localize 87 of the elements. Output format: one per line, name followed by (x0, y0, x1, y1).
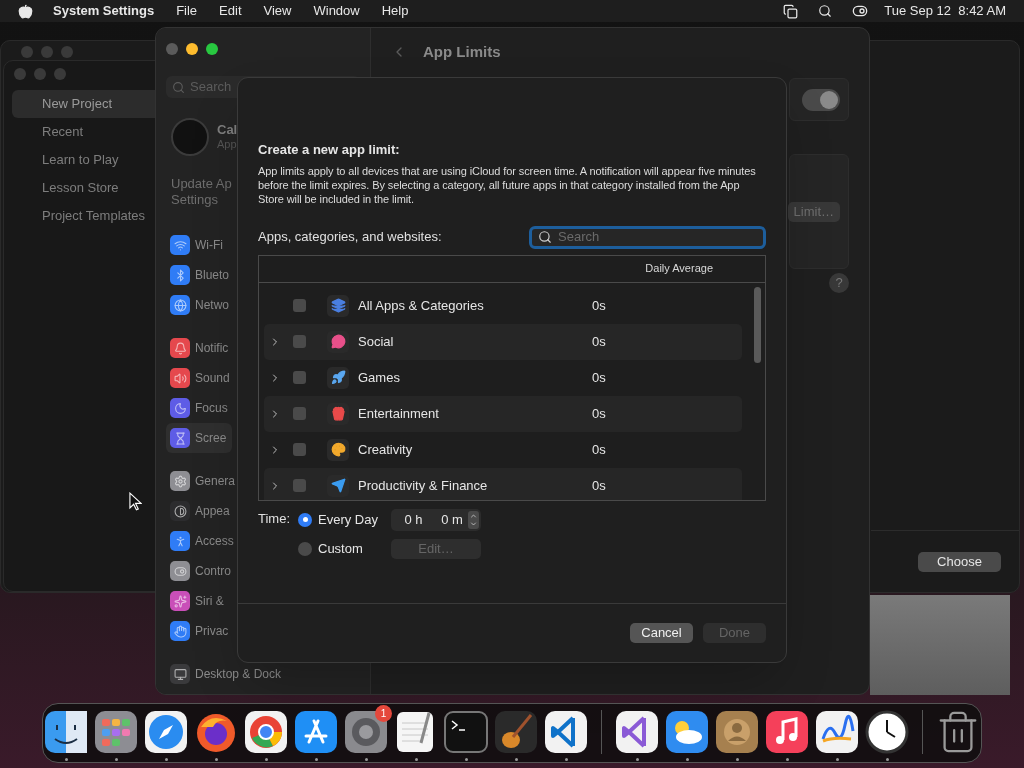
daily-average: 0s (592, 404, 606, 423)
category-name: Productivity & Finance (358, 476, 489, 495)
contact-card-icon[interactable] (714, 709, 760, 755)
profile-name: Cal (217, 123, 238, 137)
daily-average: 0s (592, 296, 606, 315)
choose-button[interactable]: Choose (918, 551, 1001, 572)
time-label: Time: (258, 509, 292, 528)
scribble-icon[interactable] (814, 709, 860, 755)
category-row[interactable]: Games 0s (264, 359, 742, 396)
checkbox[interactable] (293, 407, 306, 420)
apple-icon[interactable] (18, 3, 33, 19)
sidebar-item[interactable]: Privac (166, 616, 235, 646)
help-button[interactable]: ? (829, 273, 849, 293)
dialog-description: App limits apply to all devices that are using iCloud for screen time. A notification will appear five minutes before the limit expires. By selecting a category, all future apps in that category installed from the App Store will be included in the limit. (258, 163, 757, 206)
toggle-switch[interactable] (802, 88, 840, 111)
window-title: App Limits (423, 41, 501, 62)
search-icon[interactable] (818, 4, 833, 18)
column-header[interactable]: Daily Average (645, 260, 713, 277)
category-row[interactable]: Productivity & Finance 0s (264, 467, 742, 500)
daily-average: 0s (592, 332, 606, 351)
scrollbar[interactable] (754, 286, 761, 363)
ring-icon[interactable] (243, 709, 289, 755)
sidebar-item[interactable]: Contro (166, 556, 238, 586)
notification-badge: 1 (375, 705, 392, 722)
radio-button[interactable] (298, 541, 312, 556)
clock-icon[interactable] (864, 709, 910, 755)
checkbox[interactable] (293, 371, 306, 384)
sidebar-item[interactable]: Sound (166, 363, 236, 393)
menu-clock[interactable]: Tue Sep 12 8:42 AM (884, 1, 1006, 21)
cloud-icon[interactable] (664, 709, 710, 755)
search-icon (172, 80, 185, 94)
checkbox[interactable] (293, 479, 306, 492)
terminal-icon[interactable] (443, 709, 489, 755)
sidebar-item[interactable]: Desktop & Dock (166, 659, 288, 689)
duration-stepper[interactable]: 0 h 0 m (391, 508, 481, 531)
guitar-icon[interactable] (493, 709, 539, 755)
window-control[interactable] (186, 43, 198, 55)
menu-item[interactable]: File (176, 1, 198, 21)
window-control[interactable] (206, 43, 218, 55)
dialog-heading: Create a new app limit: (258, 141, 401, 159)
sidebar-item[interactable]: Genera (166, 466, 242, 496)
radio-label[interactable]: Custom (318, 538, 391, 559)
category-name: Creativity (358, 440, 414, 459)
music-note-icon[interactable] (764, 709, 810, 755)
category-row[interactable]: Creativity 0s (264, 431, 742, 468)
category-name: All Apps & Categories (358, 296, 485, 315)
checkbox[interactable] (293, 299, 306, 312)
search-icon (538, 230, 552, 244)
checkbox[interactable] (293, 335, 306, 348)
sidebar-item[interactable]: Blueto (166, 260, 236, 290)
sidebar-item[interactable]: Netwo (166, 290, 235, 320)
increment-icon[interactable] (469, 511, 478, 520)
category-name: Games (358, 368, 401, 387)
category-row[interactable]: Social 0s (264, 323, 742, 360)
sidebar-item[interactable]: Notific (166, 333, 235, 363)
category-name: Entertainment (358, 404, 440, 423)
menu-item[interactable]: Window (313, 1, 360, 21)
sidebar-item[interactable]: Wi-Fi (166, 230, 229, 260)
daily-average: 0s (592, 368, 606, 387)
menu-item[interactable]: View (263, 1, 292, 21)
list-label: Apps, categories, and websites: (258, 228, 442, 247)
code-icon[interactable] (614, 709, 660, 755)
sidebar-item[interactable]: Scree (166, 423, 233, 453)
radio-label[interactable]: Every Day (318, 509, 391, 530)
search-field[interactable]: Search (529, 225, 766, 249)
windows-icon[interactable] (783, 3, 799, 19)
radio-button[interactable] (298, 512, 312, 527)
sidebar-item[interactable]: Access (166, 526, 240, 556)
category-name: Social (358, 332, 395, 351)
menu-item[interactable]: Help (381, 1, 409, 21)
pointer-cursor (129, 492, 142, 511)
sidebar-item[interactable]: Appea (166, 496, 236, 526)
app-grid-icon[interactable] (93, 709, 139, 755)
face-icon[interactable] (43, 709, 89, 755)
checkbox[interactable] (293, 443, 306, 456)
daily-average: 0s (592, 440, 606, 459)
menu-item[interactable]: Edit (219, 1, 242, 21)
sidebar-item[interactable]: Focus (166, 393, 234, 423)
dialog-button[interactable]: Cancel (630, 623, 693, 643)
code-icon[interactable] (543, 709, 589, 755)
menu-app-name[interactable]: System Settings (53, 1, 155, 21)
category-row[interactable]: All Apps & Categories 0s (264, 287, 742, 324)
compass-icon[interactable] (143, 709, 189, 755)
control-center-icon[interactable] (852, 3, 869, 19)
sidebar-item[interactable]: Siri & (166, 586, 230, 616)
daily-average: 0s (592, 476, 606, 495)
category-row[interactable]: Entertainment 0s (264, 395, 742, 432)
